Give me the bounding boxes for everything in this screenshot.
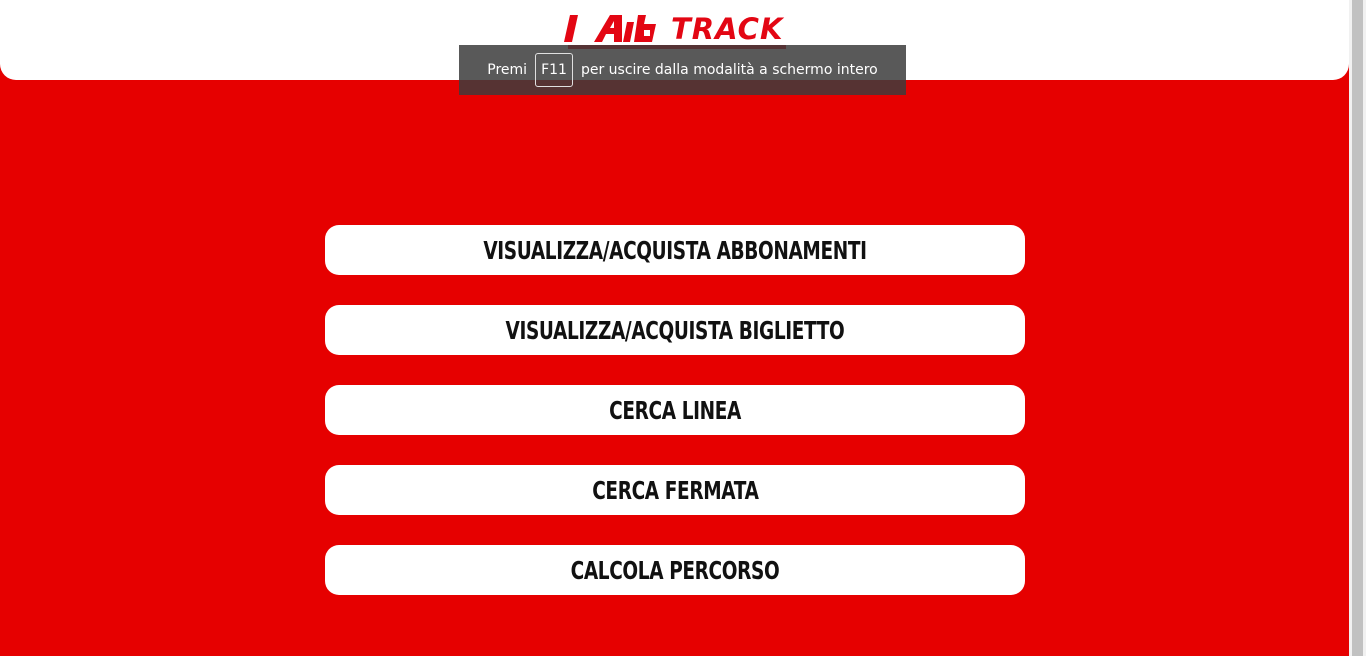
vertical-scrollbar[interactable] [1349, 0, 1366, 656]
main-menu: VISUALIZZA/ACQUISTA ABBONAMENTI VISUALIZ… [325, 225, 1025, 625]
route-planner-button[interactable]: CALCOLA PERCORSO [325, 545, 1025, 595]
brand-logo-text: TRACK [671, 12, 784, 46]
ticket-button[interactable]: VISUALIZZA/ACQUISTA BIGLIETTO [325, 305, 1025, 355]
scrollbar-thumb[interactable] [1352, 0, 1363, 656]
subscriptions-button-label: VISUALIZZA/ACQUISTA ABBONAMENTI [483, 235, 867, 265]
search-stop-button-label: CERCA FERMATA [591, 475, 759, 505]
subscriptions-button[interactable]: VISUALIZZA/ACQUISTA ABBONAMENTI [325, 225, 1025, 275]
search-stop-button[interactable]: CERCA FERMATA [325, 465, 1025, 515]
app-page: TRACK VISUALIZZA/ACQUISTA ABBONAMENTI VI… [0, 0, 1366, 656]
main-content: TRACK VISUALIZZA/ACQUISTA ABBONAMENTI VI… [0, 0, 1349, 656]
toast-prefix: Premi [487, 62, 528, 78]
toast-suffix: per uscire dalla modalità a schermo inte… [580, 62, 878, 78]
search-line-button-label: CERCA LINEA [609, 395, 741, 425]
route-planner-button-label: CALCOLA PERCORSO [570, 555, 780, 585]
toast-key: F11 [535, 53, 573, 87]
ticket-button-label: VISUALIZZA/ACQUISTA BIGLIETTO [505, 315, 845, 345]
fullscreen-toast: Premi F11 per uscire dalla modalità a sc… [459, 45, 906, 95]
search-line-button[interactable]: CERCA LINEA [325, 385, 1025, 435]
